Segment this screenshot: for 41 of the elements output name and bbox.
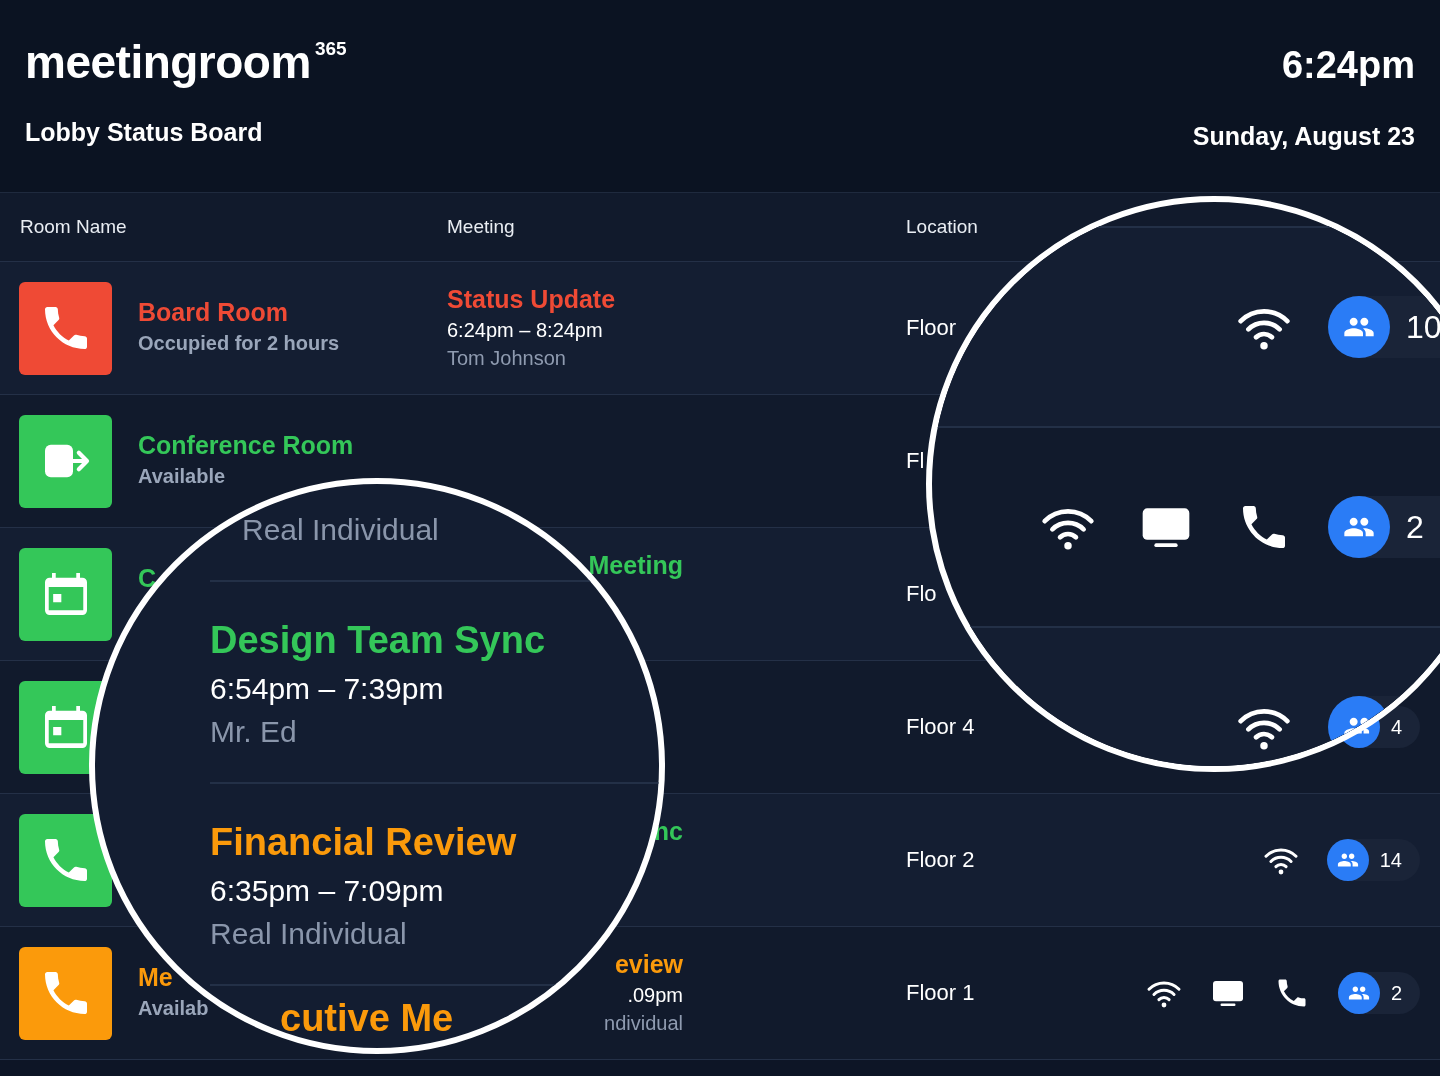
meeting-time: 6:35pm – 7:09pm — [210, 873, 444, 909]
room-location: Floor 1 — [906, 980, 975, 1005]
capacity-count: 4 — [1389, 715, 1403, 739]
logo-superscript: 365 — [314, 38, 347, 60]
column-header: Meeting — [447, 216, 515, 238]
room-name: Conference Room — [138, 430, 354, 461]
capacity-count: 2 — [1389, 981, 1403, 1005]
room-location: Floor 4 — [906, 714, 975, 739]
meeting-title: Design Team Sync — [210, 618, 546, 662]
room-location: Flo — [906, 581, 937, 606]
meeting-title: Meeting — [588, 550, 683, 580]
capacity-count: 10 — [1405, 308, 1440, 346]
board-subtitle: Lobby Status Board — [25, 118, 264, 147]
capacity-count: 14 — [1378, 848, 1403, 872]
current-date: Sunday, August 23 — [1192, 122, 1415, 151]
room-name: Me — [138, 962, 174, 993]
capacity-count: 2 — [1405, 508, 1425, 546]
room-location: Floor — [906, 315, 957, 340]
room-name: Board Room — [138, 297, 289, 328]
clock-time: 6:24pm — [1281, 43, 1415, 88]
room-name: C — [138, 563, 157, 594]
meeting-organizer: ndividual — [604, 1012, 683, 1035]
meeting-time: 6:54pm – 7:39pm — [210, 671, 444, 707]
meeting-title: cutive Me — [280, 996, 454, 1040]
column-header: Location — [906, 216, 978, 238]
room-location: Floor 2 — [906, 847, 975, 872]
column-header: Room Name — [20, 216, 127, 238]
meeting-organizer: Real Individual — [242, 512, 439, 548]
logo-text: meetingroom — [25, 35, 311, 90]
room-location: Fl — [906, 448, 925, 473]
meeting-time: .09pm — [627, 984, 683, 1007]
meeting-title: eview — [614, 949, 683, 979]
meeting-organizer: Mr. Ed — [210, 714, 297, 750]
room-status: Available — [138, 465, 227, 488]
room-status: Occupied for 2 hours — [138, 332, 340, 355]
meeting-time: 6:24pm – 8:24pm — [447, 319, 603, 342]
meeting-title: Financial Review — [210, 820, 517, 864]
meeting-organizer: Tom Johnson — [447, 347, 566, 370]
meeting-organizer: Real Individual — [210, 916, 407, 952]
room-status: Availab — [138, 997, 209, 1020]
meeting-title: Status Update — [447, 284, 616, 314]
